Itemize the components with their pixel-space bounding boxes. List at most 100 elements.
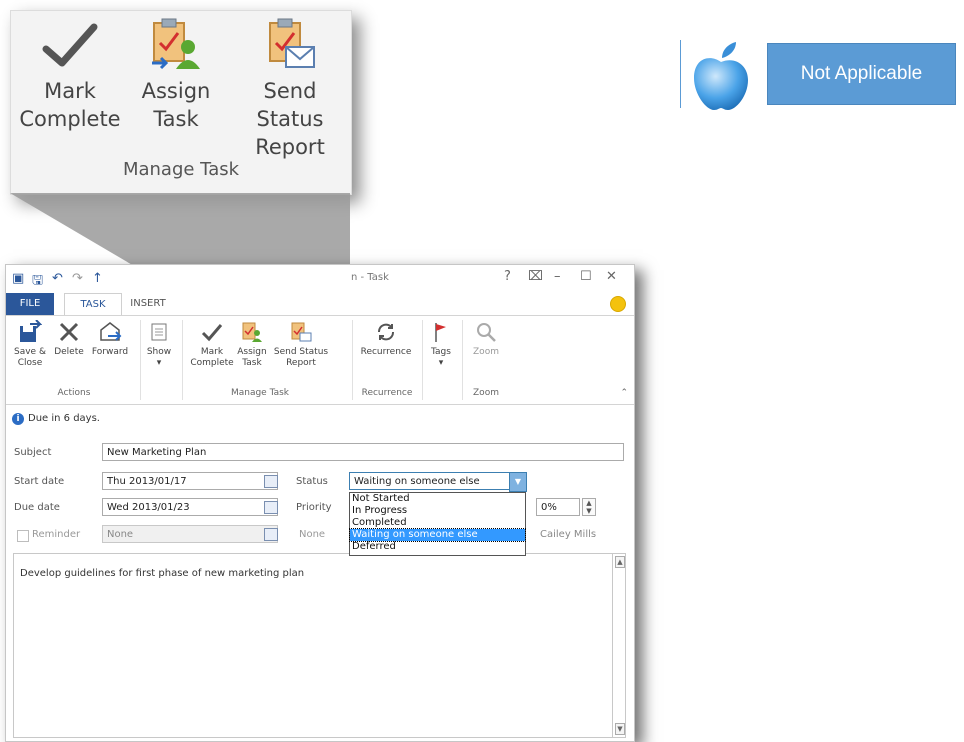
- title-bar: ▣ 🖫 ↶ ↷ ↑ n - Task ? ⌧ – ☐ ✕: [6, 265, 634, 293]
- zoom-mark-complete-button[interactable]: Mark Complete: [15, 17, 125, 133]
- start-date-input[interactable]: Thu 2013/01/17: [102, 472, 278, 490]
- due-info-text: Due in 6 days.: [28, 413, 100, 424]
- tab-file[interactable]: FILE: [6, 293, 54, 315]
- help-button[interactable]: ?: [504, 269, 511, 284]
- tags-button[interactable]: Tags ▾: [426, 320, 456, 369]
- status-label: Status: [296, 476, 328, 487]
- calendar-icon[interactable]: [264, 475, 278, 488]
- percent-stepper[interactable]: ▲ ▼: [582, 498, 596, 516]
- mark-complete-label: Mark Complete: [190, 347, 234, 368]
- tags-label: Tags ▾: [431, 347, 451, 368]
- save-close-button[interactable]: Save & Close: [10, 320, 50, 369]
- scroll-up-icon[interactable]: ▲: [615, 556, 625, 568]
- undo-icon[interactable]: ↶: [52, 271, 63, 286]
- save-icon[interactable]: 🖫: [32, 271, 43, 293]
- due-date-input[interactable]: Wed 2013/01/23: [102, 498, 278, 516]
- checkmark-icon: [201, 324, 223, 342]
- status-option-in-progress[interactable]: In Progress: [350, 505, 525, 517]
- zoom-send-status-report-button[interactable]: Send Status Report: [229, 17, 351, 161]
- zoom-send-status-report-label: Send Status Report: [255, 79, 325, 159]
- delete-button[interactable]: Delete: [52, 320, 86, 358]
- zoom-button[interactable]: Zoom: [468, 320, 504, 358]
- mark-complete-button[interactable]: Mark Complete: [190, 320, 234, 369]
- send-status-report-button[interactable]: Send Status Report: [270, 320, 332, 369]
- show-button[interactable]: Show ▾: [144, 320, 174, 369]
- status-option-deferred[interactable]: Deferred: [350, 541, 525, 553]
- subject-input[interactable]: New Marketing Plan: [102, 443, 624, 461]
- show-label: Show ▾: [146, 347, 172, 368]
- scroll-down-icon[interactable]: ▼: [615, 723, 625, 735]
- status-select[interactable]: Waiting on someone else: [349, 472, 524, 490]
- reminder-checkbox[interactable]: [17, 530, 29, 542]
- status-option-not-started[interactable]: Not Started: [350, 493, 525, 505]
- tab-insert[interactable]: INSERT: [122, 293, 174, 315]
- start-date-label: Start date: [14, 476, 65, 487]
- maximize-button[interactable]: ☐: [580, 269, 592, 284]
- ribbon-tabs: FILE TASK INSERT: [6, 293, 634, 317]
- save-close-label: Save & Close: [14, 347, 46, 368]
- ribbon-separator: [140, 320, 141, 400]
- status-option-completed[interactable]: Completed: [350, 517, 525, 529]
- forward-button[interactable]: Forward: [90, 320, 130, 358]
- task-window: ▣ 🖫 ↶ ↷ ↑ n - Task ? ⌧ – ☐ ✕ FILE TASK I…: [5, 264, 635, 742]
- ribbon-separator: [462, 320, 463, 400]
- minimize-button[interactable]: –: [554, 269, 561, 284]
- reminder-label: Reminder: [32, 529, 81, 540]
- zoom-group-label: Manage Task: [122, 159, 240, 180]
- send-status-report-icon: [291, 322, 312, 342]
- ribbon-zoom-callout: Mark Complete Assign Task Send Status Re…: [10, 10, 352, 195]
- recurrence-button[interactable]: Recurrence: [356, 320, 416, 358]
- group-label-recurrence: Recurrence: [361, 388, 413, 398]
- chevron-down-icon[interactable]: ▼: [509, 472, 527, 492]
- redo-icon[interactable]: ↷: [72, 271, 83, 286]
- flag-icon: [435, 323, 446, 342]
- save-close-icon: [20, 320, 42, 342]
- recurrence-icon: [378, 323, 394, 341]
- subject-label: Subject: [14, 447, 52, 458]
- checkmark-icon: [42, 23, 98, 67]
- forward-label: Forward: [91, 347, 129, 357]
- not-applicable-badge: Not Applicable: [767, 43, 956, 105]
- send-status-report-label: Send Status Report: [273, 347, 329, 368]
- zoom-assign-task-label: Assign Task: [141, 79, 211, 131]
- group-label-zoom: Zoom: [473, 388, 499, 398]
- smiley-icon[interactable]: [610, 296, 626, 312]
- info-icon: i: [12, 413, 24, 425]
- priority-label: Priority: [296, 502, 332, 513]
- tab-task[interactable]: TASK: [64, 293, 122, 317]
- up-arrow-icon[interactable]: ↑: [92, 271, 103, 286]
- window-title: n - Task: [351, 272, 389, 283]
- percent-complete-input[interactable]: 0%: [536, 498, 580, 516]
- delete-icon: [59, 322, 79, 342]
- show-icon: [151, 323, 167, 341]
- assign-task-button[interactable]: Assign Task: [234, 320, 270, 369]
- ribbon-display-button[interactable]: ⌧: [528, 269, 543, 284]
- reminder-date-input[interactable]: None: [102, 525, 278, 543]
- reminder-time-value[interactable]: None: [299, 529, 325, 540]
- assign-task-icon: [242, 322, 262, 342]
- ribbon: Save & Close Delete Forward Show ▾ Mark …: [6, 315, 634, 405]
- calendar-icon[interactable]: [264, 528, 278, 541]
- assign-task-label: Assign Task: [237, 347, 267, 368]
- magnifier-icon: [477, 323, 496, 342]
- zoom-mark-complete-label: Mark Complete: [19, 79, 121, 131]
- group-label-manage-task: Manage Task: [230, 388, 290, 398]
- ribbon-separator: [182, 320, 183, 400]
- zoom-assign-task-button[interactable]: Assign Task: [121, 17, 231, 133]
- task-notes-body[interactable]: Develop guidelines for first phase of ne…: [13, 553, 614, 738]
- status-dropdown-list: Not Started In Progress Completed Waitin…: [349, 492, 526, 556]
- collapse-ribbon-button[interactable]: ⌃: [620, 388, 628, 398]
- group-label-actions: Actions: [57, 388, 91, 398]
- recurrence-label: Recurrence: [360, 347, 412, 357]
- status-option-waiting[interactable]: Waiting on someone else: [349, 528, 526, 542]
- ribbon-separator: [422, 320, 423, 400]
- notes-scrollbar[interactable]: ▲ ▼: [612, 553, 626, 738]
- ribbon-separator: [352, 320, 353, 400]
- close-button[interactable]: ✕: [606, 269, 617, 284]
- info-bar: i Due in 6 days.: [6, 411, 634, 429]
- calendar-icon[interactable]: [264, 501, 278, 514]
- due-date-label: Due date: [14, 502, 60, 513]
- send-status-report-icon: [269, 18, 315, 68]
- apple-icon: [694, 42, 748, 110]
- assign-task-icon: [152, 18, 200, 70]
